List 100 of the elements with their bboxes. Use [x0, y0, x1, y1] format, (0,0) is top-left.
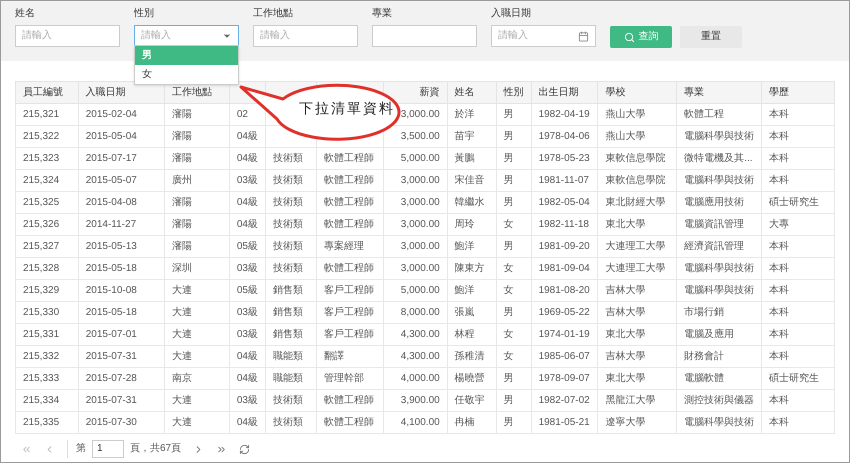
column-header: 姓名 [454, 86, 475, 98]
dropdown-option[interactable]: 女 [135, 65, 238, 84]
table-cell: 技術類 [272, 262, 303, 274]
table-cell: 大連 [172, 328, 192, 340]
table-cell: 電腦及應用 [684, 328, 734, 340]
table-cell: 3,000.00 [400, 218, 440, 230]
column-header: 學校 [605, 86, 626, 98]
last-page-icon[interactable] [216, 444, 228, 454]
table-cell: 客戶工程師 [324, 284, 374, 296]
table-cell: 苗宇 [454, 130, 475, 142]
table-cell: 男 [504, 130, 514, 142]
table-cell: 燕山大學 [605, 108, 646, 120]
table-cell: 電腦科學與技術 [684, 284, 754, 296]
table-cell: 電腦資訊管理 [684, 218, 744, 230]
table-cell: 大連理工大學 [605, 240, 666, 252]
table-cell: 客戶工程師 [324, 306, 374, 318]
table-cell: 04級 [236, 196, 258, 208]
table-cell: 碩士研究生 [769, 196, 820, 208]
table-cell: 職能類 [272, 372, 303, 384]
table-cell: 2015-05-13 [86, 240, 137, 252]
dropdown-option[interactable]: 男 [135, 46, 238, 65]
table-cell: 軟體工程師 [324, 174, 374, 186]
table-cell: 技術類 [272, 152, 303, 164]
table-cell: 215,323 [23, 152, 60, 164]
table-cell: 瀋陽 [172, 218, 192, 230]
table-cell: 張嵐 [454, 306, 475, 318]
select-field[interactable]: 請輸入 [134, 25, 239, 47]
table-cell: 大連 [172, 306, 192, 318]
table-cell: 本科 [769, 174, 790, 186]
refresh-icon[interactable] [239, 444, 250, 454]
table-cell: 男 [504, 372, 514, 384]
table-cell: 東北大學 [605, 328, 646, 340]
table-cell: 1981-09-04 [538, 262, 590, 274]
table-cell: 215,327 [23, 240, 60, 252]
table-cell: 軟體工程師 [324, 394, 374, 406]
table-cell: 215,335 [23, 416, 60, 428]
table-cell: 深圳 [172, 262, 192, 274]
table-cell: 吉林大學 [605, 306, 646, 318]
table-cell: 男 [504, 394, 514, 406]
table-cell: 215,325 [23, 196, 60, 208]
column-header: 專業 [684, 86, 704, 98]
table-cell: 215,330 [23, 306, 60, 318]
input-field[interactable]: 請輸入 [253, 25, 358, 47]
table-cell: 1969-05-22 [538, 306, 590, 318]
table-cell: 軟體工程師 [324, 152, 374, 164]
date-field[interactable]: 請輸入 [491, 25, 596, 47]
table-cell: 陳東方 [454, 262, 485, 274]
table-cell: 大連理工大學 [605, 262, 666, 274]
table-cell: 瀋陽 [172, 152, 192, 164]
table-cell: 2015-07-30 [86, 416, 137, 428]
table-cell: 男 [504, 152, 514, 164]
search-icon [624, 32, 634, 42]
reset-button[interactable]: 重置 [680, 26, 742, 48]
table-cell: 03級 [236, 262, 258, 274]
table-cell: 2015-07-31 [86, 350, 137, 362]
search-button[interactable]: 查詢 [610, 26, 672, 48]
table-cell: 5,000.00 [400, 284, 440, 296]
page-input[interactable]: 1 [92, 440, 124, 458]
table-cell: 大連 [172, 350, 192, 362]
table-cell: 軟體工程師 [324, 196, 374, 208]
table-cell: 215,324 [23, 174, 60, 186]
page-count-text: 頁，共67頁 [130, 444, 182, 454]
table-cell: 銷售類 [272, 306, 303, 318]
column-header: 薪資 [420, 86, 440, 98]
table-cell: 林程 [454, 328, 475, 340]
table-cell: 測控技術與儀器 [684, 394, 754, 406]
table-cell: 男 [504, 240, 514, 252]
table-cell: 3,500.00 [400, 130, 440, 142]
table-cell: 市場行銷 [684, 306, 724, 318]
input-field[interactable] [372, 25, 477, 47]
input-field[interactable]: 請輸入 [15, 25, 120, 47]
table-cell: 2014-11-27 [86, 218, 136, 230]
table-cell: 2015-07-01 [86, 328, 137, 340]
table-cell: 本科 [769, 108, 790, 120]
table-cell: 04級 [236, 130, 258, 142]
table-cell: 215,334 [23, 394, 60, 406]
table-cell: 1981-08-20 [538, 284, 590, 296]
table-cell: 2015-05-18 [86, 262, 137, 274]
table-cell: 04級 [236, 152, 258, 164]
table-cell: 瀋陽 [172, 108, 192, 120]
table-cell: 軟體工程 [684, 108, 724, 120]
placeholder-text: 請輸入 [141, 31, 171, 41]
table-cell: 瀋陽 [172, 196, 192, 208]
table-cell: 本科 [769, 328, 790, 340]
table-cell: 1982-11-18 [538, 218, 589, 230]
table-cell: 4,100.00 [400, 416, 440, 428]
table-cell: 5,000.00 [400, 152, 440, 164]
table-cell: 技術類 [272, 218, 303, 230]
filter-label: 姓名 [15, 9, 36, 21]
table-cell: 吉林大學 [605, 350, 646, 362]
table-cell: 財務會計 [684, 350, 724, 362]
filter-label: 入職日期 [491, 9, 532, 21]
table-cell: 本科 [769, 262, 790, 274]
table-cell: 1981-05-21 [538, 416, 590, 428]
table-cell: 瀋陽 [172, 130, 192, 142]
table-cell: 3,900.00 [400, 394, 440, 406]
table-cell: 4,300.00 [400, 350, 440, 362]
table-cell: 技術類 [272, 394, 303, 406]
table-cell: 技術類 [272, 240, 303, 252]
table-cell: 黃鵬 [454, 152, 475, 164]
